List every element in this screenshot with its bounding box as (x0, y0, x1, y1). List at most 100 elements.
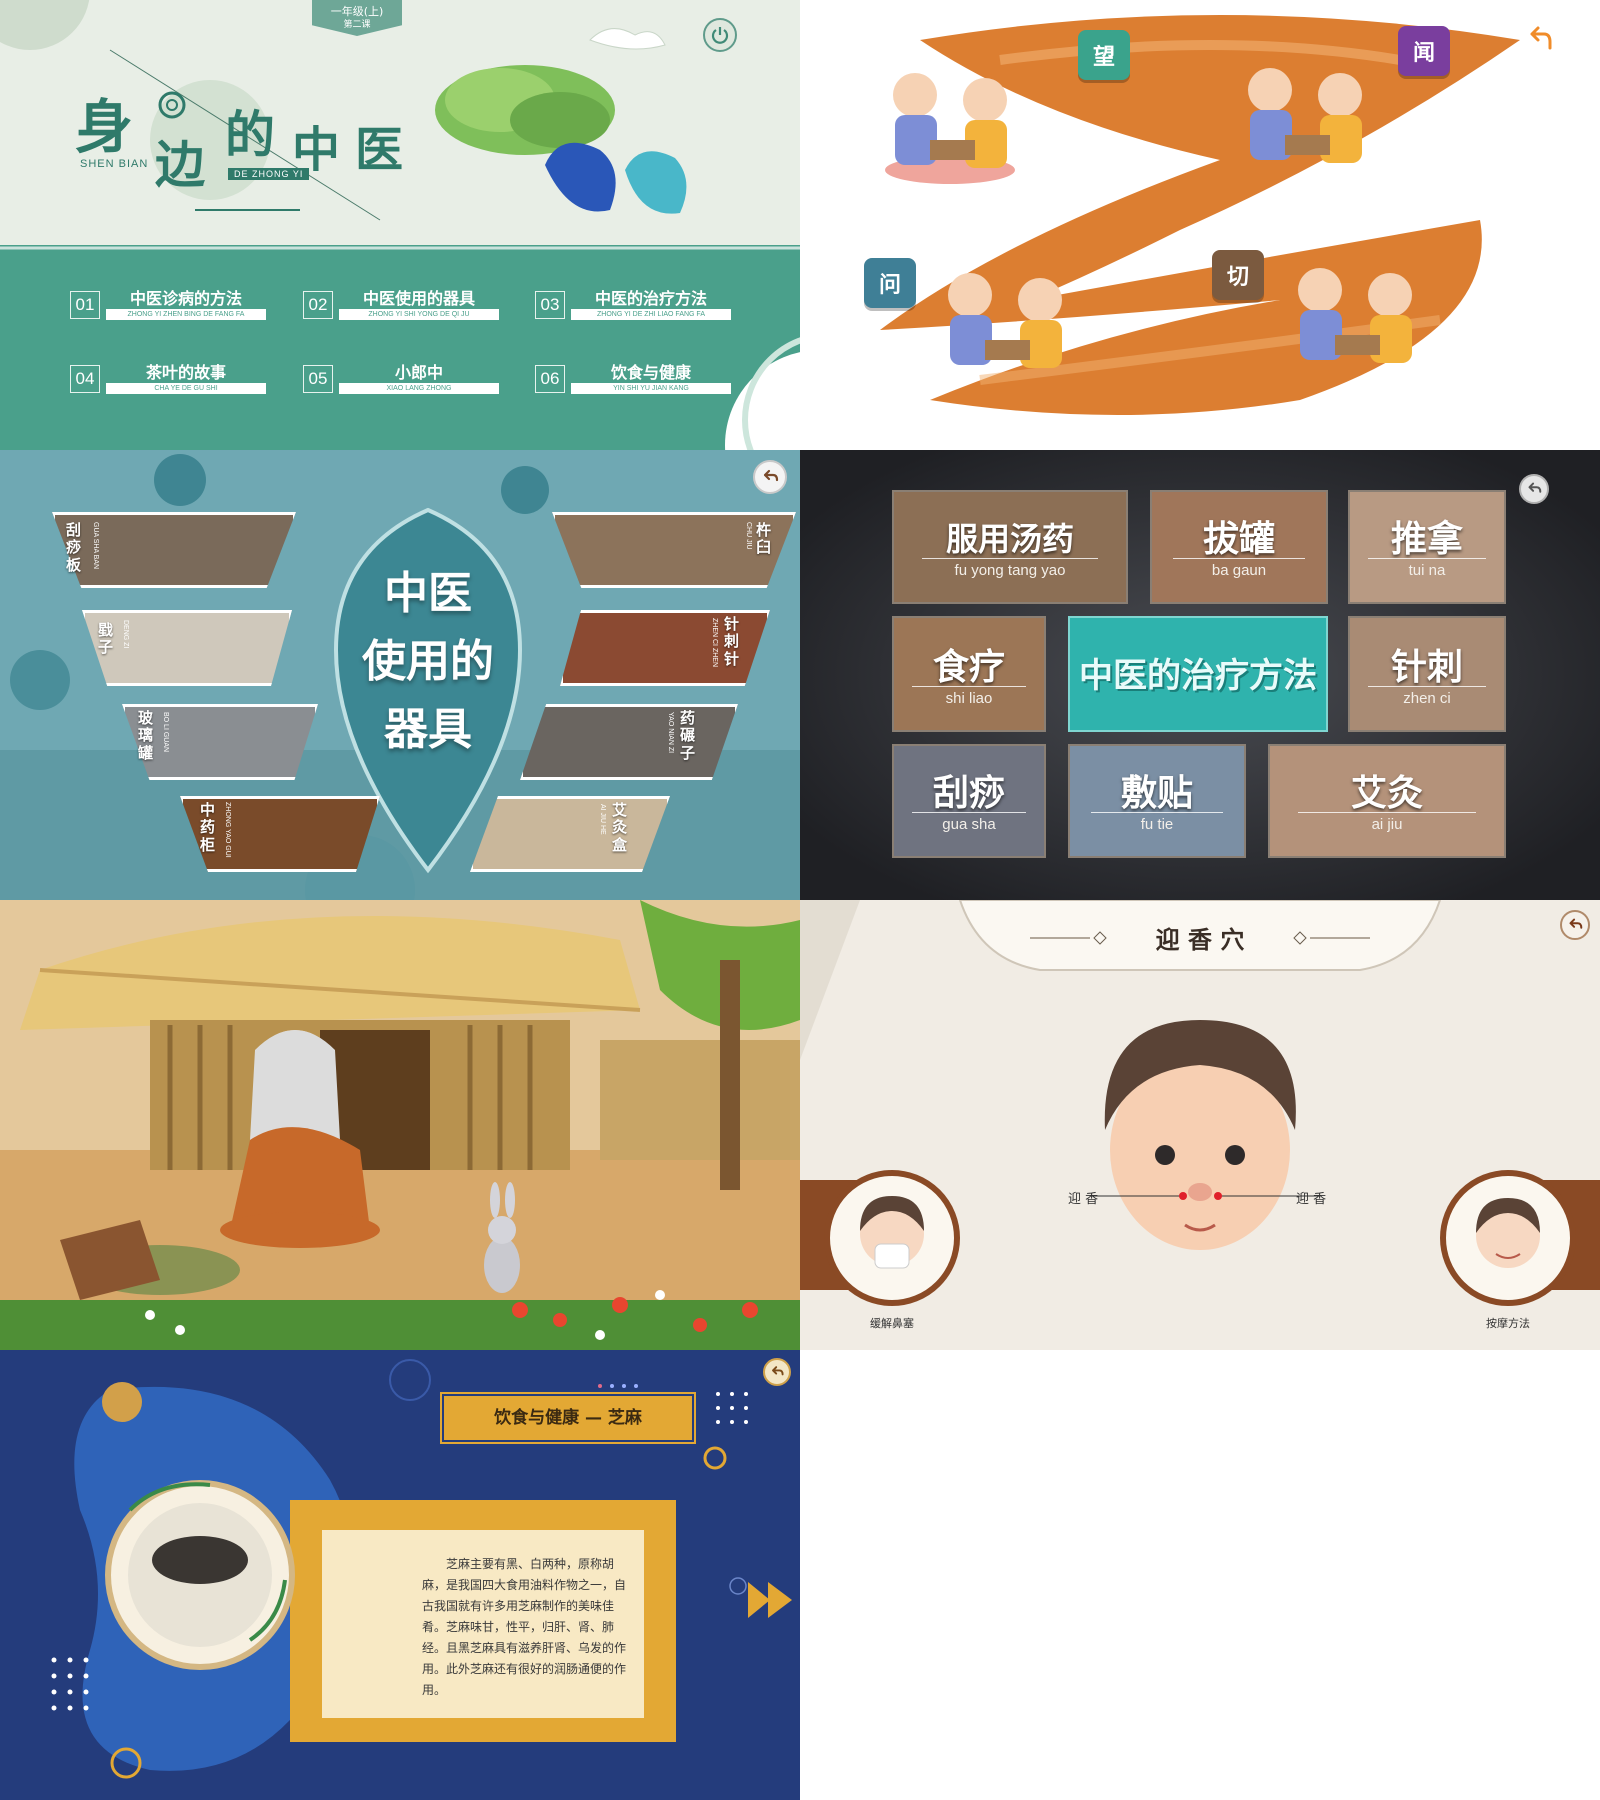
menu-label: 中医的治疗方法 (594, 289, 707, 308)
acupoint-left-label: 迎 香 (1068, 1192, 1099, 1207)
tile-pinyin: gua sha (942, 816, 996, 833)
menu-pinyin: ZHONG YI ZHEN BING DE FANG FA (106, 309, 266, 320)
menu-item-2[interactable]: 02 中医使用的器具 ZHONG YI SHI YONG DE QI JU (303, 285, 503, 325)
back-button[interactable] (1522, 22, 1556, 56)
menu-num: 04 (70, 365, 100, 393)
back-arrow-icon (763, 469, 779, 482)
tools-screen: 中医 使用的 器具 刮痧板 GUA SHA BAN 戥子 DENG ZI 玻璃罐… (0, 450, 800, 900)
tool-moxibustion-box[interactable]: 艾灸盒 AI JIU HE (470, 796, 670, 872)
treatments-screen: 服用汤药 fu yong tang yao 拔罐 ba gaun 推拿 tui … (800, 450, 1600, 900)
menu-item-6[interactable]: 06 饮食与健康 YIN SHI YU JIAN KANG (535, 359, 735, 399)
tool-herb-grinder[interactable]: 药碾子 YAO NIAN ZI (520, 704, 738, 780)
tile-title: 刮痧 (932, 773, 1005, 814)
tile-pinyin: zhen ci (1403, 690, 1451, 707)
tile-plaster[interactable]: 敷贴 fu tie (1068, 744, 1246, 858)
ask-button[interactable]: 问 (864, 258, 916, 308)
tile-cupping[interactable]: 拔罐 ba gaun (1150, 490, 1328, 604)
menu-item-1[interactable]: 01 中医诊病的方法 ZHONG YI ZHEN BING DE FANG FA (70, 285, 270, 325)
menu-pinyin: ZHONG YI SHI YONG DE QI JU (339, 309, 499, 320)
tool-label: 药碾子 (680, 709, 696, 762)
tool-glass-cup[interactable]: 玻璃罐 BO LI GUAN (122, 704, 318, 780)
tile-title: 敷贴 (1120, 773, 1193, 814)
tool-acupuncture-needle[interactable]: 针刺针 ZHEN CI ZHEN (560, 610, 770, 686)
menu-label: 饮食与健康 (610, 363, 691, 382)
cover-screen: 一年级(上) 第二课 身 边 的 中 医 SHEN BIAN DE ZHONG … (0, 0, 800, 450)
tile-diet-therapy[interactable]: 食疗 shi liao (892, 616, 1046, 732)
title-char-1: 身 (75, 93, 134, 161)
title-char-5: 医 (355, 122, 404, 178)
tile-divider (921, 558, 1099, 559)
smell-button[interactable]: 闻 (1398, 26, 1450, 76)
tools-title-line-1: 中医 (384, 568, 472, 619)
scene-pulse (1298, 268, 1412, 363)
tile-moxibustion[interactable]: 艾灸 ai jiu (1268, 744, 1506, 858)
tool-mortar[interactable]: 杵臼 CHU JIU (552, 512, 796, 588)
back-arrow-icon (1528, 482, 1542, 493)
relieve-congestion-thumb[interactable] (824, 1170, 960, 1306)
menu-label: 茶叶的故事 (145, 363, 226, 382)
tile-tuina[interactable]: 推拿 tui na (1348, 490, 1506, 604)
back-button[interactable] (1519, 474, 1549, 504)
tools-title-line-2: 使用的 (362, 636, 494, 687)
tile-divider (1172, 558, 1306, 559)
grade-label: 一年级(上) (330, 5, 384, 18)
menu-num: 01 (70, 291, 100, 319)
tile-pinyin: ai jiu (1371, 816, 1403, 833)
power-button[interactable] (703, 18, 737, 52)
tool-steelyard[interactable]: 戥子 DENG ZI (82, 610, 292, 686)
tool-image (52, 512, 296, 588)
title-pinyin-left: SHEN BIAN (80, 158, 149, 170)
acupoint-screen: 迎 香 穴 迎 香 迎 香 缓解鼻塞 按摩方法 (800, 900, 1600, 1350)
menu-item-4[interactable]: 04 茶叶的故事 CHA YE DE GU SHI (70, 359, 270, 399)
back-button[interactable] (763, 1358, 791, 1386)
treatments-title-tile: 中医的治疗方法 (1068, 616, 1328, 732)
scene-ask (948, 273, 1062, 368)
play-arrow-icon (748, 1582, 792, 1618)
tool-image (520, 704, 738, 780)
next-button[interactable] (746, 1580, 794, 1620)
back-arrow-icon (1530, 26, 1552, 50)
cover-header: 一年级(上) 第二课 身 边 的 中 医 SHEN BIAN DE ZHONG … (0, 0, 800, 245)
back-button[interactable] (1560, 910, 1590, 940)
look-button[interactable]: 望 (1078, 30, 1130, 80)
tile-pinyin: ba gaun (1211, 562, 1267, 579)
pulse-button[interactable]: 切 (1212, 250, 1264, 300)
menu-pinyin: ZHONG YI DE ZHI LIAO FANG FA (571, 309, 731, 320)
tool-pinyin: AI JIU HE (599, 804, 606, 835)
power-icon (711, 27, 729, 44)
tile-title: 推拿 (1390, 519, 1463, 560)
tool-label: 刮痧板 (66, 521, 82, 574)
back-button[interactable] (753, 460, 787, 494)
tool-pinyin: DENG ZI (122, 620, 129, 649)
tile-herbal-decoction[interactable]: 服用汤药 fu yong tang yao (892, 490, 1128, 604)
food-description: 芝麻主要有黑、白两种，原称胡麻，是我国四大食用油料作物之一，自古我国就有许多用芝… (422, 1557, 627, 1697)
tool-pinyin: YAO NIAN ZI (667, 712, 674, 754)
massage-method-thumb[interactable] (1440, 1170, 1576, 1306)
menu-pinyin: CHA YE DE GU SHI (106, 383, 266, 394)
tool-scraping-board[interactable]: 刮痧板 GUA SHA BAN (52, 512, 296, 588)
tile-title: 拔罐 (1202, 519, 1275, 560)
menu-num: 03 (535, 291, 565, 319)
tile-divider (912, 812, 1026, 813)
tile-divider (912, 686, 1026, 687)
menu-label: 中医诊病的方法 (129, 289, 242, 308)
menu-item-3[interactable]: 03 中医的治疗方法 ZHONG YI DE ZHI LIAO FANG FA (535, 285, 735, 325)
tile-divider (1298, 812, 1476, 813)
tool-label: 玻璃罐 (138, 709, 154, 762)
tool-label: 杵臼 (756, 521, 772, 557)
village-illustration (0, 900, 800, 1350)
tool-medicine-cabinet[interactable]: 中药柜 ZHONG YAO GUI (180, 796, 380, 872)
tile-pinyin: fu tie (1140, 816, 1174, 833)
tools-title: 中医 使用的 器具 (340, 560, 516, 764)
massage-method-caption: 按摩方法 (1486, 1317, 1530, 1330)
tile-gua-sha[interactable]: 刮痧 gua sha (892, 744, 1046, 858)
tool-pinyin: ZHEN CI ZHEN (711, 618, 718, 667)
diagnosis-screen: 望 闻 问 切 (800, 0, 1600, 450)
boy-sneezing-illustration (860, 1196, 924, 1269)
menu-label: 中医使用的器具 (362, 289, 475, 308)
tile-acupuncture[interactable]: 针刺 zhen ci (1348, 616, 1506, 732)
tool-pinyin: GUA SHA BAN (92, 522, 99, 570)
menu-item-5[interactable]: 05 小郎中 XIAO LANG ZHONG (303, 359, 503, 399)
title-char-2: 边 (155, 135, 205, 194)
scene-listen (1248, 68, 1362, 163)
